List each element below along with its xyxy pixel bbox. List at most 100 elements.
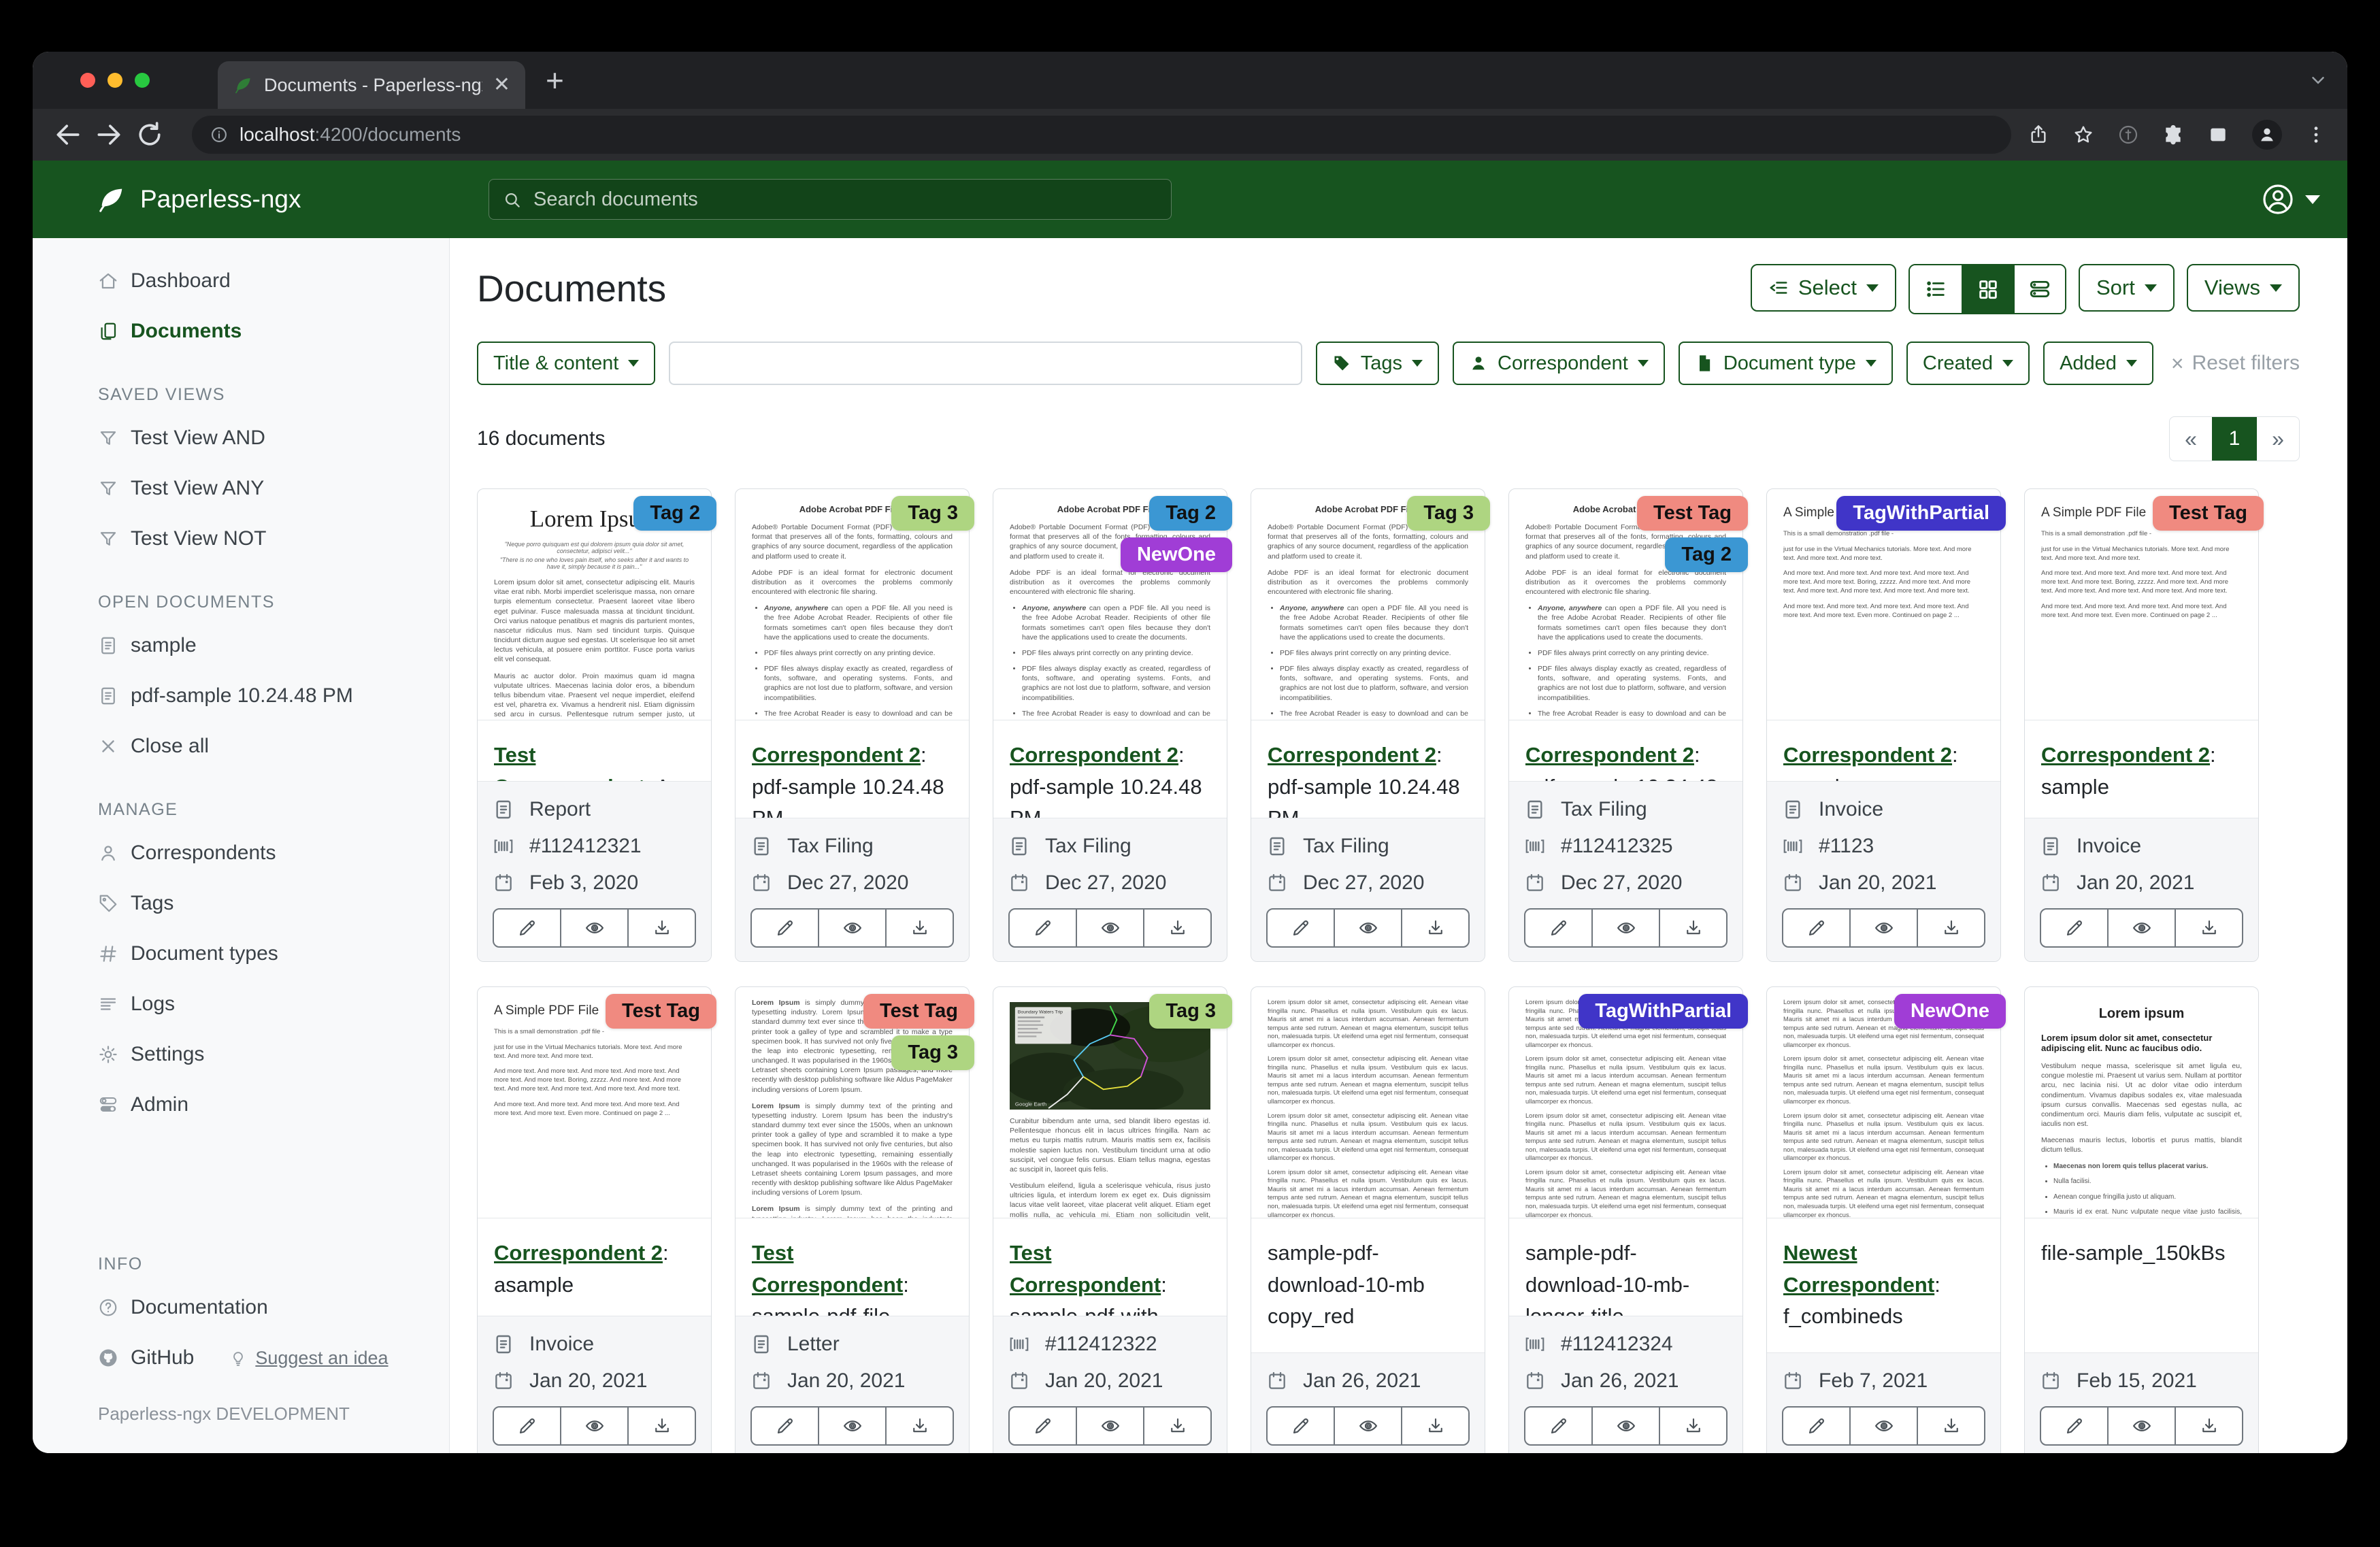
preview-button[interactable] bbox=[1334, 1408, 1401, 1444]
created-date-row[interactable]: Dec 27, 2020 bbox=[750, 871, 954, 895]
sidebar-item-close-all[interactable]: Close all bbox=[33, 721, 449, 771]
doc-type-row[interactable]: Tax Filing bbox=[1008, 835, 1212, 858]
suggest-idea-link[interactable]: Suggest an idea bbox=[229, 1348, 388, 1369]
tag-badge-tag-2[interactable]: Tag 2 bbox=[1665, 537, 1748, 572]
edit-button[interactable] bbox=[1525, 910, 1591, 946]
download-button[interactable] bbox=[2175, 910, 2242, 946]
preview-button[interactable] bbox=[560, 1408, 627, 1444]
document-thumbnail[interactable]: Lorem ipsumLorem ipsum dolor sit amet, c… bbox=[2025, 987, 2258, 1218]
doc-type-row[interactable]: Tax Filing bbox=[750, 835, 954, 858]
tag-badge-tag-3[interactable]: Tag 3 bbox=[1407, 496, 1490, 531]
pagination-page-1[interactable]: 1 bbox=[2212, 417, 2257, 461]
asn-row[interactable]: #112412321 bbox=[493, 835, 696, 858]
preview-button[interactable] bbox=[1591, 1408, 1659, 1444]
edit-button[interactable] bbox=[1268, 1408, 1334, 1444]
document-card-7[interactable]: A Simple PDF FileThis is a small demonst… bbox=[2024, 488, 2259, 962]
share-icon[interactable] bbox=[2028, 124, 2049, 146]
sidebar-item-test-view-not[interactable]: Test View NOT bbox=[33, 514, 449, 564]
edit-button[interactable] bbox=[1010, 1408, 1076, 1444]
tag-badge-test-tag[interactable]: Test Tag bbox=[863, 994, 974, 1029]
created-date-row[interactable]: Dec 27, 2020 bbox=[1008, 871, 1212, 895]
tags-filter-button[interactable]: Tags bbox=[1316, 342, 1439, 385]
sidebar-item-documentation[interactable]: Documentation bbox=[33, 1282, 449, 1333]
added-filter-button[interactable]: Added bbox=[2043, 342, 2153, 385]
download-button[interactable] bbox=[2175, 1408, 2242, 1444]
browser-menu-dots-icon[interactable] bbox=[2305, 124, 2327, 146]
minimize-window-button[interactable] bbox=[108, 73, 122, 88]
asn-row[interactable]: #112412325 bbox=[1524, 835, 1728, 858]
document-card-3[interactable]: Adobe Acrobat PDF FilesAdobe® Portable D… bbox=[993, 488, 1227, 962]
doc-type-row[interactable]: Invoice bbox=[1782, 798, 1985, 821]
edit-button[interactable] bbox=[2041, 910, 2107, 946]
created-filter-button[interactable]: Created bbox=[1906, 342, 2030, 385]
document-card-2[interactable]: Adobe Acrobat PDF FilesAdobe® Portable D… bbox=[735, 488, 970, 962]
preview-button[interactable] bbox=[1849, 910, 1917, 946]
forward-icon[interactable] bbox=[94, 120, 124, 150]
created-date-row[interactable]: Jan 20, 2021 bbox=[493, 1369, 696, 1393]
document-card-8[interactable]: A Simple PDF FileThis is a small demonst… bbox=[477, 986, 712, 1453]
download-button[interactable] bbox=[627, 1408, 695, 1444]
sidebar-item-logs[interactable]: Logs bbox=[33, 979, 449, 1029]
document-card-5[interactable]: Adobe Acrobat PDF FilesAdobe® Portable D… bbox=[1508, 488, 1743, 962]
preview-button[interactable] bbox=[2107, 1408, 2175, 1444]
correspondent-link[interactable]: Correspondent 2 bbox=[1010, 743, 1178, 767]
preview-button[interactable] bbox=[1591, 910, 1659, 946]
correspondent-link[interactable]: Test Correspondent bbox=[752, 1241, 903, 1297]
edit-button[interactable] bbox=[752, 910, 818, 946]
download-button[interactable] bbox=[1917, 910, 1984, 946]
pagination-prev-button[interactable]: « bbox=[2170, 417, 2212, 461]
edit-button[interactable] bbox=[752, 1408, 818, 1444]
tag-badge-tag-3[interactable]: Tag 3 bbox=[891, 1035, 974, 1070]
doc-type-row[interactable]: Invoice bbox=[493, 1333, 696, 1356]
doc-type-row[interactable]: Letter bbox=[750, 1333, 954, 1356]
download-button[interactable] bbox=[1401, 1408, 1468, 1444]
created-date-row[interactable]: Dec 27, 2020 bbox=[1524, 871, 1728, 895]
sidebar-item-test-view-any[interactable]: Test View ANY bbox=[33, 463, 449, 514]
created-date-row[interactable]: Feb 15, 2021 bbox=[2040, 1369, 2243, 1393]
preview-button[interactable] bbox=[1334, 910, 1401, 946]
bookmark-star-icon[interactable] bbox=[2072, 124, 2094, 146]
download-button[interactable] bbox=[1143, 910, 1210, 946]
created-date-row[interactable]: Dec 27, 2020 bbox=[1266, 871, 1470, 895]
address-bar[interactable]: localhost:4200/documents bbox=[192, 116, 2011, 154]
document-card-10[interactable]: Boundary Waters TripGoogle EarthCurabitu… bbox=[993, 986, 1227, 1453]
tag-badge-newone[interactable]: NewOne bbox=[1121, 537, 1232, 572]
sort-button[interactable]: Sort bbox=[2079, 264, 2175, 312]
download-button[interactable] bbox=[627, 910, 695, 946]
filter-text-input[interactable] bbox=[669, 342, 1302, 385]
tag-badge-newone[interactable]: NewOne bbox=[1894, 994, 2006, 1029]
pagination-next-button[interactable]: » bbox=[2257, 417, 2299, 461]
correspondent-link[interactable]: Test Correspondent bbox=[1010, 1241, 1161, 1297]
sidebar-item-dashboard[interactable]: Dashboard bbox=[33, 256, 449, 306]
document-card-12[interactable]: Lorem ipsum dolor sit amet, consectetur … bbox=[1508, 986, 1743, 1453]
tag-badge-tagwithpartial[interactable]: TagWithPartial bbox=[1579, 994, 1748, 1029]
select-button[interactable]: Select bbox=[1751, 264, 1896, 312]
download-button[interactable] bbox=[1143, 1408, 1210, 1444]
tag-badge-tag-3[interactable]: Tag 3 bbox=[1149, 994, 1232, 1029]
edit-button[interactable] bbox=[1525, 1408, 1591, 1444]
browser-profile-avatar[interactable] bbox=[2252, 120, 2282, 150]
back-icon[interactable] bbox=[53, 120, 83, 150]
created-date-row[interactable]: Jan 20, 2021 bbox=[2040, 871, 2243, 895]
correspondent-link[interactable]: Correspondent 2 bbox=[1268, 743, 1436, 767]
document-card-1[interactable]: Lorem Ipsum"Neque porro quisquam est qui… bbox=[477, 488, 712, 962]
download-button[interactable] bbox=[1659, 910, 1726, 946]
views-button[interactable]: Views bbox=[2187, 264, 2300, 312]
download-button[interactable] bbox=[1401, 910, 1468, 946]
asn-row[interactable]: #112412322 bbox=[1008, 1333, 1212, 1356]
created-date-row[interactable]: Jan 26, 2021 bbox=[1524, 1369, 1728, 1393]
preview-button[interactable] bbox=[1076, 1408, 1143, 1444]
asn-row[interactable]: #112412324 bbox=[1524, 1333, 1728, 1356]
reset-filters-button[interactable]: ×Reset filters bbox=[2171, 351, 2300, 376]
download-button[interactable] bbox=[885, 1408, 953, 1444]
sidebar-item-settings[interactable]: Settings bbox=[33, 1029, 449, 1080]
preview-button[interactable] bbox=[1076, 910, 1143, 946]
preview-button[interactable] bbox=[560, 910, 627, 946]
tab-search-chevron-icon[interactable] bbox=[2308, 70, 2328, 90]
doc-type-row[interactable]: Report bbox=[493, 798, 696, 821]
doc-type-row[interactable]: Tax Filing bbox=[1266, 835, 1470, 858]
tag-badge-test-tag[interactable]: Test Tag bbox=[1637, 496, 1748, 531]
tag-badge-test-tag[interactable]: Test Tag bbox=[2153, 496, 2264, 531]
created-date-row[interactable]: Feb 7, 2021 bbox=[1782, 1369, 1985, 1393]
correspondent-link[interactable]: Correspondent 2 bbox=[1525, 743, 1694, 767]
